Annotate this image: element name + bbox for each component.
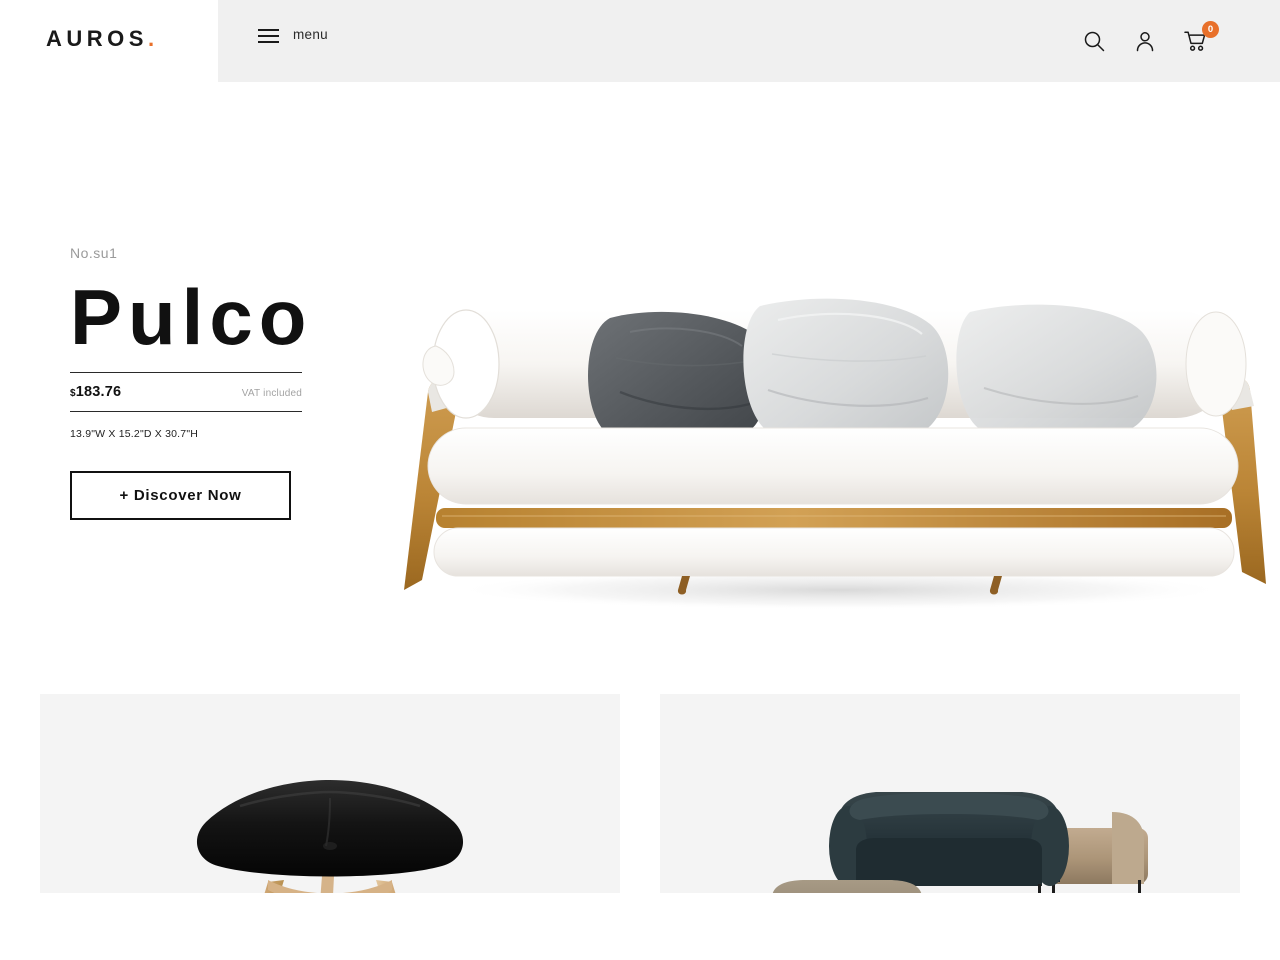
- product-price: $183.76: [70, 384, 121, 400]
- featured-cards-row: [0, 694, 1280, 893]
- black-stool-image: [40, 694, 620, 893]
- page-title: Pulco: [70, 273, 313, 361]
- brand-logo-dot: .: [147, 26, 155, 51]
- green-sofa-image: [660, 694, 1240, 893]
- vat-note: VAT included: [241, 388, 302, 400]
- hero-product-image: [370, 272, 1280, 642]
- search-icon[interactable]: [1080, 27, 1108, 55]
- header-actions: 0: [1080, 21, 1219, 55]
- price-value: 183.76: [75, 384, 122, 401]
- user-icon[interactable]: [1131, 27, 1159, 55]
- hero-carousel: No.su1 Pulco $183.76 VAT included 13.9"W…: [0, 82, 1280, 694]
- brand-logo-text: AUROS: [46, 26, 148, 51]
- menu-button[interactable]: menu: [258, 28, 328, 43]
- product-dimensions: 13.9"W X 15.2"D X 30.7"H: [70, 428, 199, 441]
- hamburger-icon: [258, 28, 279, 43]
- black-stool-card[interactable]: [40, 694, 620, 893]
- hero-text-block: No.su1 Pulco $183.76 VAT included 13.9"W…: [70, 245, 400, 521]
- green-sofa-card[interactable]: [660, 694, 1240, 893]
- price-block: $183.76 VAT included: [70, 372, 302, 413]
- product-reference: No.su1: [70, 245, 118, 261]
- cart-count-badge: 0: [1202, 21, 1219, 38]
- cart-icon[interactable]: 0: [1182, 21, 1219, 55]
- discover-now-button[interactable]: + Discover Now: [70, 471, 291, 521]
- menu-button-label: menu: [293, 27, 328, 43]
- brand-logo[interactable]: AUROS.: [46, 28, 154, 50]
- site-header: AUROS. menu 0: [0, 0, 1280, 82]
